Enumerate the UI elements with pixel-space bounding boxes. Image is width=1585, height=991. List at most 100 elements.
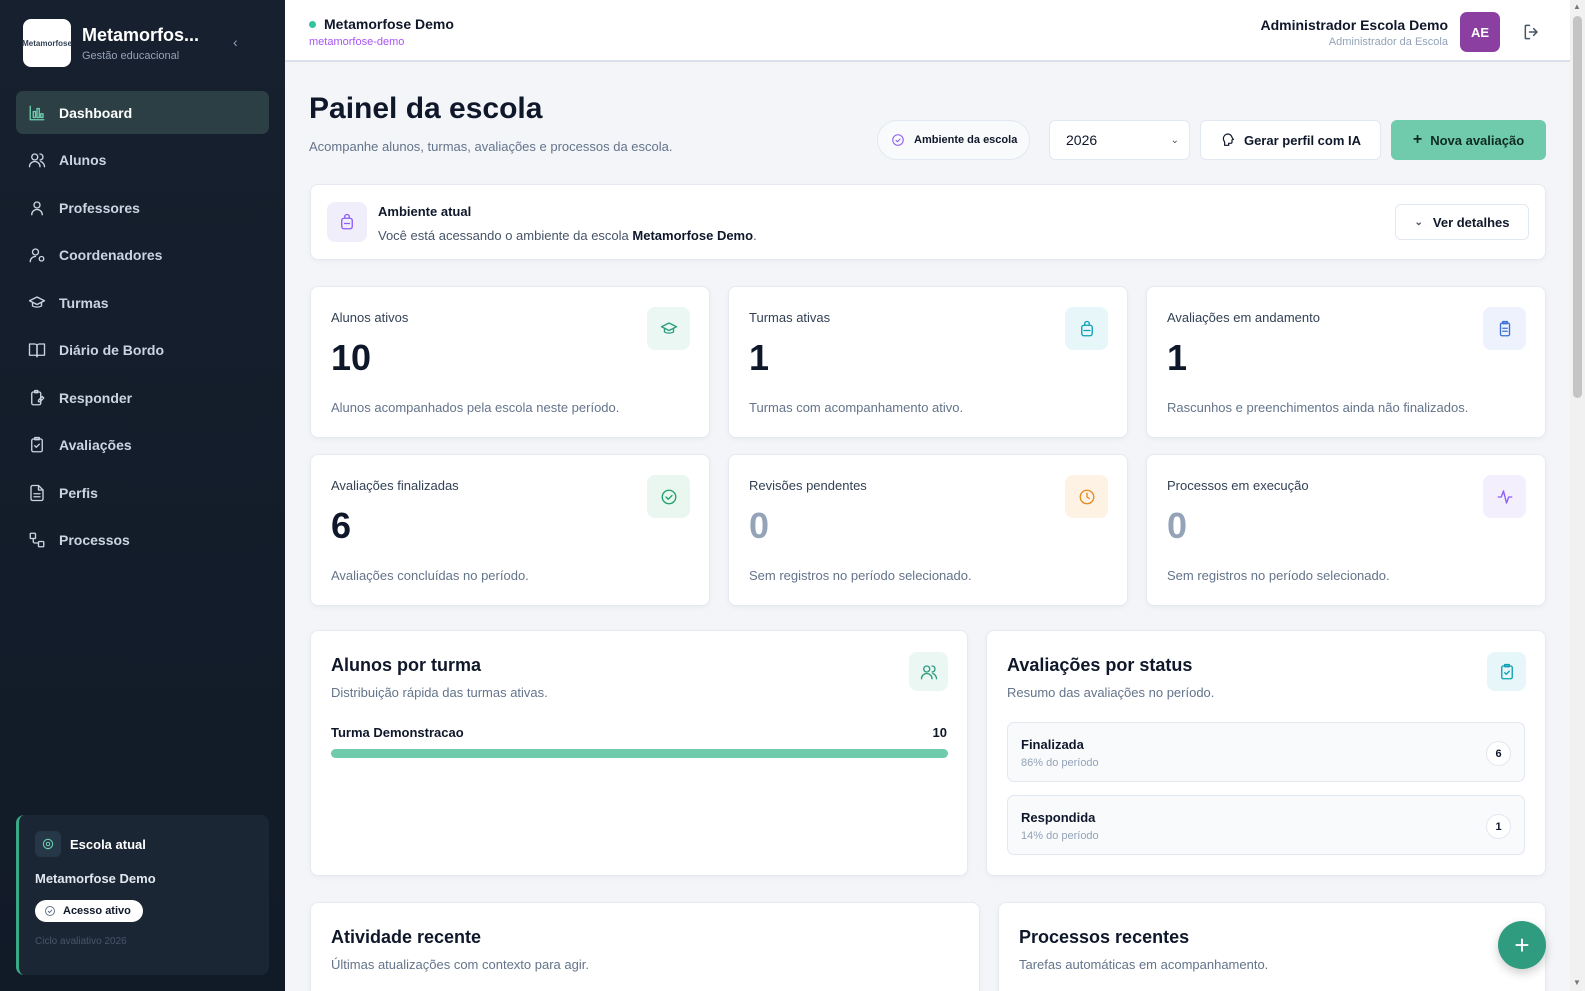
stat-description: Avaliações concluídas no período. [331,568,529,583]
view-details-button[interactable]: ⌄ Ver detalhes [1395,204,1529,240]
chevron-down-icon: ⌄ [1170,134,1179,146]
stat-value: 1 [749,337,770,378]
stat-label: Revisões pendentes [749,478,867,493]
brand[interactable]: Metamorfose Metamorfos... Gestão educaci… [22,19,199,67]
environment-description: Você está acessando o ambiente da escola… [378,228,757,243]
environment-school-name: Metamorfose Demo [632,228,754,243]
year-select[interactable]: 2026 ⌄ [1049,120,1190,160]
stat-label: Avaliações em andamento [1167,310,1320,325]
stat-value: 0 [1167,505,1188,546]
sidebar-item-avaliacoes[interactable]: Avaliações [16,424,269,467]
status-count-badge: 1 [1486,814,1511,839]
clipboard-check-icon [1487,652,1526,691]
workflow-icon [27,530,47,550]
stat-card-processos-em-execucao: Processos em execução 0 Sem registros no… [1146,454,1546,606]
book-open-icon [27,340,47,360]
sidebar-item-label: Coordenadores [59,247,163,263]
stat-card-avaliacoes-em-andamento: Avaliações em andamento 1 Rascunhos e pr… [1146,286,1546,438]
panel-title: Atividade recente [331,927,482,947]
stat-description: Rascunhos e preenchimentos ainda não fin… [1167,400,1469,415]
sidebar-item-label: Dashboard [59,104,133,121]
floating-add-button[interactable]: + [1498,921,1546,969]
status-item-finalizada[interactable]: Finalizada 86% do período 6 [1007,722,1525,782]
new-evaluation-button[interactable]: + Nova avaliação [1391,120,1546,160]
sidebar-item-dashboard[interactable]: Dashboard [16,91,269,134]
stat-card-avaliacoes-finalizadas: Avaliações finalizadas 6 Avaliações conc… [310,454,710,606]
environment-pill[interactable]: Ambiente da escola [877,120,1031,160]
stat-value: 1 [1167,337,1188,378]
avatar[interactable]: AE [1460,12,1500,52]
panel-subtitle: Resumo das avaliações no período. [1007,685,1215,700]
sidebar-item-responder[interactable]: Responder [16,376,269,419]
access-status-label: Acesso ativo [63,905,131,917]
clipboard-check-icon [27,435,47,455]
user-info[interactable]: Administrador Escola Demo Administrador … [1261,17,1449,48]
status-percent: 86% do período [1021,757,1099,769]
sidebar-item-label: Alunos [59,152,107,168]
topbar-school-slug: metamorfose-demo [309,36,405,48]
school-card-name: Metamorfose Demo [35,871,156,886]
sidebar-item-turmas[interactable]: Turmas [16,281,269,324]
panel-subtitle: Distribuição rápida das turmas ativas. [331,685,548,700]
sidebar-item-perfis[interactable]: Perfis [16,471,269,514]
panel-title: Alunos por turma [331,655,482,675]
environment-desc-prefix: Você está acessando o ambiente da escola [378,228,629,243]
user-name: Administrador Escola Demo [1260,16,1449,33]
panel-title: Avaliações por status [1007,655,1193,675]
access-status-badge: Acesso ativo [35,900,143,922]
scroll-up-icon[interactable]: ▲ [1573,2,1581,11]
current-school-card: Escola atual Metamorfose Demo Acesso ati… [16,815,269,975]
sidebar-item-professores[interactable]: Professores [16,186,269,229]
stat-value: 10 [331,337,372,378]
sidebar-item-coordenadores[interactable]: Coordenadores [16,234,269,277]
file-text-icon [27,483,47,503]
scrollbar[interactable]: ▲ ▼ [1570,0,1585,991]
sidebar-item-alunos[interactable]: Alunos [16,139,269,182]
status-item-respondida[interactable]: Respondida 14% do período 1 [1007,795,1525,855]
plus-icon: + [1412,131,1423,148]
graduation-cap-icon [27,293,47,313]
progress-bar-fill [331,749,948,758]
sidebar-item-label: Processos [59,532,130,548]
stat-label: Processos em execução [1167,478,1309,493]
generate-ai-profile-button[interactable]: Gerar perfil com IA [1200,120,1381,160]
brand-subtitle: Gestão educacional [82,49,180,62]
user-icon [27,198,47,218]
users-icon [27,150,47,170]
chevron-down-icon: ⌄ [1414,216,1423,228]
graduation-cap-icon [647,307,690,350]
users-icon [909,652,948,691]
environment-pill-label: Ambiente da escola [914,134,1018,146]
sidebar-item-label: Turmas [59,294,109,311]
current-environment-card: Ambiente atual Você está acessando o amb… [310,184,1546,260]
sidebar-item-diario-de-bordo[interactable]: Diário de Bordo [16,329,269,372]
school-card-title: Escola atual [70,836,146,852]
stat-card-turmas-ativas: Turmas ativas 1 Turmas com acompanhament… [728,286,1128,438]
sidebar-item-label: Perfis [59,484,98,501]
page-subtitle: Acompanhe alunos, turmas, avaliações e p… [309,139,673,154]
view-details-label: Ver detalhes [1432,214,1510,230]
stat-card-revisoes-pendentes: Revisões pendentes 0 Sem registros no pe… [728,454,1128,606]
atividade-recente-panel: Atividade recente Últimas atualizações c… [310,902,980,991]
clock-icon [1065,475,1108,518]
logout-icon[interactable] [1522,22,1542,42]
sidebar-item-label: Professores [59,199,140,216]
stat-label: Avaliações finalizadas [331,478,459,493]
stat-value: 0 [749,505,770,546]
check-circle-icon [892,134,904,146]
year-select-value: 2026 [1066,132,1098,148]
status-name: Respondida [1021,810,1096,825]
stat-description: Sem registros no período selecionado. [749,568,972,583]
stat-description: Sem registros no período selecionado. [1167,568,1390,583]
collapse-sidebar-icon[interactable]: ‹ [233,34,238,50]
scroll-thumb[interactable] [1573,16,1582,398]
status-count-badge: 6 [1486,741,1511,766]
progress-bar-track [331,749,948,758]
panel-title: Processos recentes [1019,927,1190,947]
sidebar-item-processos[interactable]: Processos [16,519,269,562]
check-circle-icon [45,906,55,916]
ai-head-icon [1222,133,1235,146]
status-name: Finalizada [1021,737,1084,752]
scroll-down-icon[interactable]: ▼ [1573,978,1581,987]
user-cog-icon [27,245,47,265]
